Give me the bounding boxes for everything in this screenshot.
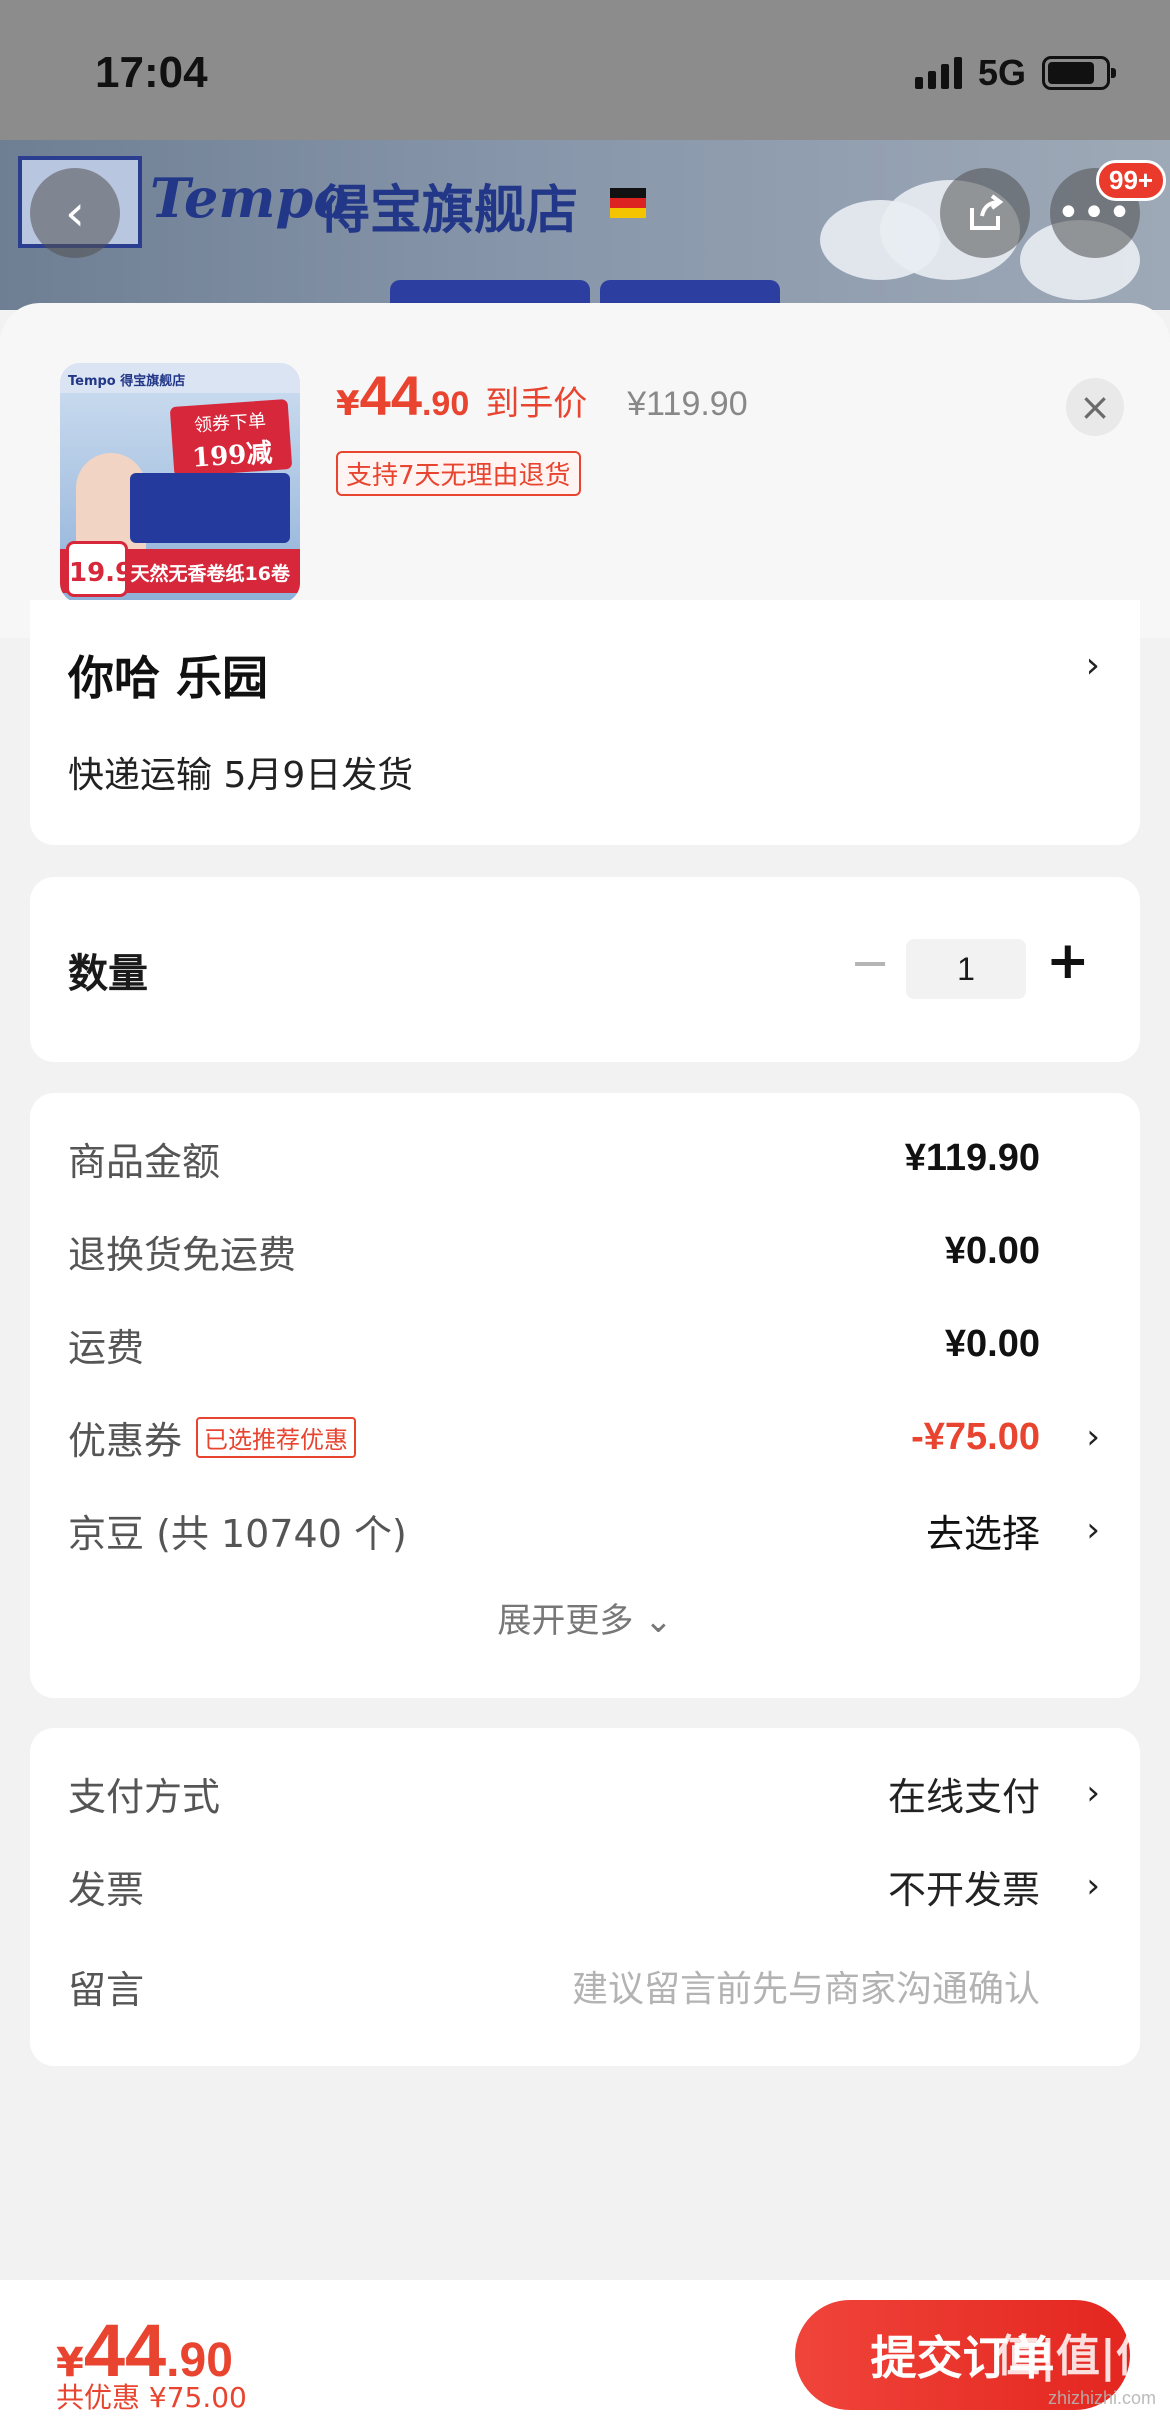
fee-label: 退换货免运费 xyxy=(68,1232,297,1277)
fee-value: ¥119.90 xyxy=(904,1136,1040,1179)
watermark-logo: 值|值|值 xyxy=(995,2331,1160,2382)
fee-value: ¥0.00 xyxy=(944,1322,1040,1365)
return-policy-badge: 支持7天无理由退货 xyxy=(336,451,581,496)
close-icon: × xyxy=(1079,385,1111,429)
coupon-discount: -¥75.00 xyxy=(911,1415,1040,1458)
invoice-label: 发票 xyxy=(68,1867,145,1912)
price-currency: ¥ xyxy=(336,384,360,424)
price-label: 到手价 xyxy=(485,384,588,424)
fee-row-shipping: 运费 ¥0.00 xyxy=(68,1314,1102,1374)
store-banner: Tempo 得宝旗舰店 ‹ ••• 99+ xyxy=(0,140,1170,310)
decrease-quantity-button[interactable]: − xyxy=(850,935,890,991)
shipping-info: 快递运输 5月9日发货 xyxy=(68,755,414,796)
payment-method-label: 支付方式 xyxy=(68,1774,221,1819)
coupon-tag: 已选推荐优惠 xyxy=(196,1416,357,1458)
signal-icon xyxy=(914,57,962,89)
thumb-price: 19.9 xyxy=(66,541,133,597)
invoice-row[interactable]: 发票 不开发票 › xyxy=(68,1856,1102,1916)
payment-card: 支付方式 在线支付 › 发票 不开发票 › 留言 建议留言前先与商家沟通确认 xyxy=(30,1728,1140,2066)
tissue-pack-image xyxy=(130,473,290,543)
thumb-store: Tempo 得宝旗舰店 xyxy=(60,363,300,393)
fee-row-return-shipping: 退换货免运费 ¥0.00 xyxy=(68,1221,1102,1281)
total-savings: 共优惠 ¥75.00 xyxy=(56,2381,247,2414)
status-time: 17:04 xyxy=(95,48,208,97)
chevron-left-icon: ‹ xyxy=(65,184,85,242)
chevron-right-icon: › xyxy=(1086,1417,1100,1457)
back-button[interactable]: ‹ xyxy=(30,168,120,258)
banner-store-name: 得宝旗舰店 xyxy=(318,181,579,241)
fee-label: 商品金额 xyxy=(68,1139,221,1184)
network-type: 5G xyxy=(977,52,1026,93)
fee-row-jingdou[interactable]: 京豆 (共 10740 个) 去选择 › xyxy=(68,1500,1102,1560)
original-price: ¥119.90 xyxy=(627,385,748,423)
checkout-bar: ¥ 44 .90 共优惠 ¥75.00 提交订单 值|值|值 zhizhizhi… xyxy=(0,2280,1170,2429)
quantity-card: 数量 − 1 + xyxy=(30,877,1140,1062)
thumb-promo: 领券下单 199减100 xyxy=(169,398,293,504)
quantity-input[interactable]: 1 xyxy=(906,939,1026,999)
price-decimal: .90 xyxy=(421,385,470,423)
fee-label: 京豆 (共 10740 个) xyxy=(68,1511,407,1556)
germany-flag-icon xyxy=(610,188,646,218)
address-card[interactable]: 你哈 乐园 › 快递运输 5月9日发货 xyxy=(30,600,1140,845)
note-row[interactable]: 留言 建议留言前先与商家沟通确认 xyxy=(68,1956,1102,2016)
status-indicators: 5G xyxy=(914,52,1116,94)
fee-value: ¥0.00 xyxy=(944,1229,1040,1272)
increase-quantity-button[interactable]: + xyxy=(1046,931,1090,991)
notification-badge: 99+ xyxy=(1096,160,1167,201)
fee-label: 运费 xyxy=(68,1325,145,1370)
payment-method-row[interactable]: 支付方式 在线支付 › xyxy=(68,1763,1102,1823)
product-summary-sheet: Tempo 得宝旗舰店 领券下单 199减100 天然无香卷纸16卷 19.9 … xyxy=(0,303,1170,638)
battery-icon xyxy=(1042,56,1116,90)
payment-method-value: 在线支付 xyxy=(887,1774,1040,1819)
share-button[interactable] xyxy=(940,168,1030,258)
fee-row-coupon[interactable]: 优惠券 已选推荐优惠 -¥75.00 › xyxy=(68,1407,1102,1467)
share-icon xyxy=(970,194,1004,230)
status-bar: 17:04 5G xyxy=(0,0,1170,140)
final-price: ¥ 44 .90 到手价 ¥119.90 xyxy=(336,363,748,428)
jingdou-select: 去选择 xyxy=(925,1511,1040,1556)
close-button[interactable]: × xyxy=(1066,378,1124,436)
chevron-right-icon: › xyxy=(1086,1773,1100,1813)
price-integer: 44 xyxy=(359,364,422,427)
note-label: 留言 xyxy=(68,1967,145,2012)
watermark-url: zhizhizhi.com xyxy=(1047,2388,1156,2408)
recipient-name: 你哈 乐园 xyxy=(68,651,269,705)
expand-more-button[interactable]: 展开更多 ⌄ xyxy=(30,1593,1140,1642)
fee-summary-card: 商品金额 ¥119.90 退换货免运费 ¥0.00 运费 ¥0.00 优惠券 已… xyxy=(30,1093,1140,1698)
product-thumbnail[interactable]: Tempo 得宝旗舰店 领券下单 199减100 天然无香卷纸16卷 19.9 xyxy=(60,363,300,603)
fee-row-goods-amount: 商品金额 ¥119.90 xyxy=(68,1128,1102,1188)
fee-label: 优惠券 xyxy=(68,1418,183,1463)
invoice-value: 不开发票 xyxy=(887,1867,1040,1912)
note-input[interactable]: 建议留言前先与商家沟通确认 xyxy=(572,1960,1040,2012)
quantity-label: 数量 xyxy=(68,951,148,997)
chevron-right-icon: › xyxy=(1086,1866,1100,1906)
chevron-right-icon: › xyxy=(1085,645,1100,686)
chevron-right-icon: › xyxy=(1086,1510,1100,1550)
